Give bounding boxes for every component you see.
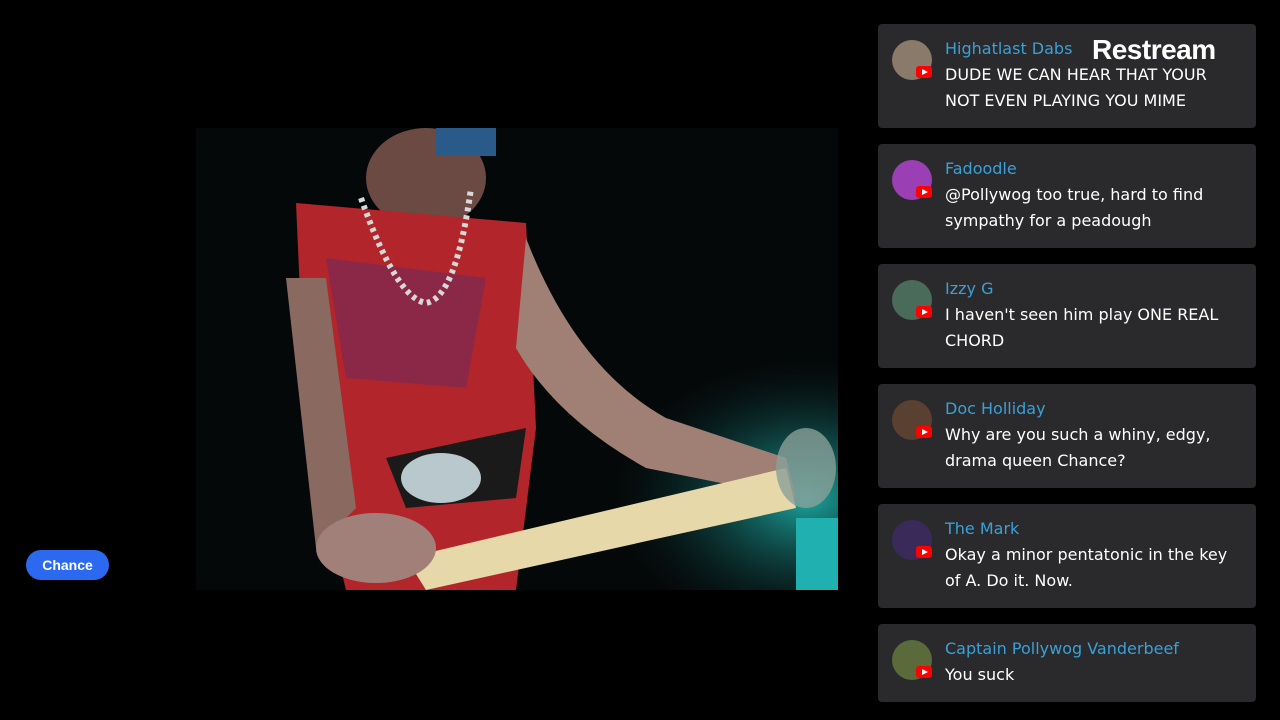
youtube-icon — [916, 426, 932, 438]
stream-overlay: Chance Restream Highatlast Dabs DUDE WE … — [0, 0, 1280, 720]
chat-username: The Mark — [945, 519, 1020, 538]
restream-logo: Restream — [1092, 34, 1216, 65]
youtube-icon — [916, 546, 932, 558]
chat-text: DUDE WE CAN HEAR THAT YOUR NOT EVEN PLAY… — [945, 65, 1207, 110]
chat-username: Izzy G — [945, 279, 994, 298]
chat-text: I haven't seen him play ONE REAL CHORD — [945, 305, 1219, 350]
youtube-icon — [916, 666, 932, 678]
chat-message: Izzy G I haven't seen him play ONE REAL … — [878, 264, 1256, 368]
chat-message: The Mark Okay a minor pentatonic in the … — [878, 504, 1256, 608]
video-feed — [196, 128, 838, 590]
chat-username: Highatlast Dabs — [945, 39, 1073, 58]
chat-username: Captain Pollywog Vanderbeef — [945, 639, 1179, 658]
youtube-icon — [916, 186, 932, 198]
chat-text: Why are you such a whiny, edgy, drama qu… — [945, 425, 1211, 470]
chat-text: @Pollywog too true, hard to find sympath… — [945, 185, 1204, 230]
chat-text: Okay a minor pentatonic in the key of A.… — [945, 545, 1228, 590]
chat-text: You suck — [945, 665, 1015, 684]
video-frame — [196, 128, 838, 590]
youtube-icon — [916, 306, 932, 318]
chat-message: Fadoodle @Pollywog too true, hard to fin… — [878, 144, 1256, 248]
chat-message: Doc Holliday Why are you such a whiny, e… — [878, 384, 1256, 488]
chat-message: Captain Pollywog Vanderbeef You suck — [878, 624, 1256, 702]
streamer-name-badge: Chance — [26, 550, 109, 580]
youtube-icon — [916, 66, 932, 78]
chat-username: Fadoodle — [945, 159, 1017, 178]
chat-username: Doc Holliday — [945, 399, 1046, 418]
